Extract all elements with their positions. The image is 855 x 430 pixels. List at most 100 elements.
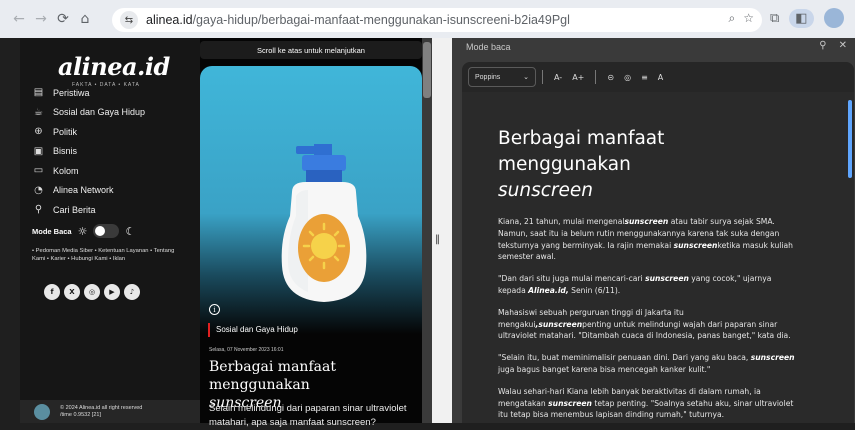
- color-theme-icon[interactable]: ◎: [624, 73, 631, 82]
- chevron-down-icon: ⌄: [523, 74, 529, 81]
- paragraph-text: "Dan dari situ juga mulai mencari-cari: [498, 274, 646, 284]
- reader-paragraph: Kiana, 21 tahun, mulai mengenalsunscreen…: [498, 216, 798, 263]
- reader-scrollbar-thumb[interactable]: [848, 100, 852, 178]
- article-lead: Selain melindungi dari paparan sinar ult…: [209, 403, 407, 428]
- coffee-icon: ☕: [34, 106, 43, 118]
- emphasis-text: sunscreen: [624, 217, 669, 226]
- globe-icon: ⊕: [34, 126, 43, 138]
- youtube-icon[interactable]: ▶: [104, 284, 120, 300]
- panel-splitter[interactable]: ‖: [432, 38, 452, 423]
- menu-item-peristiwa[interactable]: ▤ Peristiwa: [32, 83, 145, 103]
- side-panel-icon[interactable]: ◧: [789, 8, 814, 28]
- social-links: f X ◎ ▶ ♪: [44, 284, 140, 300]
- close-icon[interactable]: ✕: [839, 40, 847, 51]
- drag-handle-icon[interactable]: ‖: [435, 234, 440, 245]
- article-title-main: Berbagai manfaat menggunakan: [209, 359, 336, 393]
- font-size-decrease-button[interactable]: A-: [554, 73, 562, 82]
- alinea-badge-icon: [34, 403, 50, 420]
- menu-item-network[interactable]: ◔ Alinea Network: [32, 181, 145, 201]
- font-select[interactable]: Poppins ⌄: [468, 67, 536, 87]
- menu-item-bisnis[interactable]: ▣ Bisnis: [32, 142, 145, 162]
- info-icon[interactable]: i: [209, 304, 220, 315]
- menu-item-kolom[interactable]: ▭ Kolom: [32, 161, 145, 181]
- address-bar[interactable]: ⇆ alinea.id/gaya-hidup/berbagai-manfaat-…: [112, 8, 762, 32]
- menu-item-politik[interactable]: ⊕ Politik: [32, 122, 145, 142]
- bookmark-star-icon[interactable]: ☆: [743, 11, 754, 26]
- menu-item-label: Peristiwa: [53, 87, 90, 98]
- font-size-increase-button[interactable]: A+: [572, 73, 584, 82]
- menu-item-label: Bisnis: [53, 146, 78, 157]
- home-icon[interactable]: ⌂: [74, 8, 96, 30]
- menu-item-sosial[interactable]: ☕ Sosial dan Gaya Hidup: [32, 103, 145, 123]
- monitor-icon: ▭: [33, 165, 44, 177]
- reader-paragraph: "Selain itu, buat meminimalisir penuaan …: [498, 352, 798, 376]
- reading-mode-title: Mode baca: [466, 42, 511, 52]
- read-mode-row: Mode Baca ☼ ☾: [32, 224, 135, 238]
- moon-icon[interactable]: ☾: [125, 225, 135, 238]
- url-host: alinea.id: [146, 13, 193, 27]
- emphasis-text: sunscreen: [548, 398, 592, 408]
- search-icon: ⚲: [34, 204, 43, 216]
- article-category[interactable]: Sosial dan Gaya Hidup: [208, 323, 298, 337]
- paragraph-text: Kiana, 21 tahun, mulai mengenal: [498, 217, 625, 226]
- article-date: Selasa, 07 November 2023 16:01: [209, 347, 284, 353]
- footer-links[interactable]: • Pedoman Media Siber • Ketentuan Layana…: [32, 247, 182, 263]
- reader-title: Berbagai manfaat menggunakan sunscreen: [498, 126, 798, 204]
- menu-item-label: Alinea Network: [53, 185, 114, 196]
- reload-icon[interactable]: ⟳: [52, 8, 74, 30]
- emphasis-text: ,sunscreen: [535, 319, 583, 329]
- reader-title-em: sunscreen: [498, 180, 593, 201]
- tiktok-icon[interactable]: ♪: [124, 284, 140, 300]
- menu-item-label: Kolom: [53, 165, 79, 176]
- read-mode-toggle[interactable]: [93, 224, 120, 238]
- article-panel: Scroll ke atas untuk melanjutkan i Sosia…: [200, 38, 422, 428]
- scrollbar-thumb[interactable]: [423, 42, 431, 98]
- menu-item-label: Sosial dan Gaya Hidup: [53, 107, 146, 118]
- reader-article: Berbagai manfaat menggunakan sunscreen Ki…: [498, 126, 798, 421]
- news-icon: ▤: [33, 87, 44, 99]
- toolbar-divider: [595, 70, 597, 84]
- toolbar-divider: [542, 70, 543, 84]
- zoom-icon[interactable]: ⌕: [729, 11, 736, 26]
- copyright-text: © 2024 Alinea.id all right reserved: [60, 404, 143, 411]
- reader-paragraph: Walau sehari-hari Kiana lebih banyak ber…: [498, 386, 798, 421]
- menu-item-label: Cari Berita: [53, 204, 96, 215]
- reader-paragraphs: Kiana, 21 tahun, mulai mengenalsunscreen…: [498, 216, 798, 421]
- network-icon: ◔: [34, 184, 43, 196]
- briefcase-icon: ▣: [33, 145, 44, 157]
- reading-mode-content: Berbagai manfaat menggunakan sunscreen Ki…: [462, 92, 854, 423]
- emphasis-text: sunscreen: [750, 353, 795, 363]
- extensions-icon[interactable]: ⧉: [770, 11, 779, 26]
- site-info-icon[interactable]: ⇆: [120, 11, 138, 29]
- line-spacing-icon[interactable]: ≡: [641, 73, 648, 82]
- hero-image: [200, 66, 422, 334]
- emphasis-text: Alinea.id,: [528, 285, 569, 295]
- url-text[interactable]: alinea.id/gaya-hidup/berbagai-manfaat-me…: [146, 13, 686, 27]
- sun-icon[interactable]: ☼: [78, 225, 88, 238]
- reader-paragraph: Mahasiswi sebuah perguruan tinggi di Jak…: [498, 307, 798, 342]
- font-select-value: Poppins: [475, 73, 501, 81]
- site-menu: ▤ Peristiwa ☕ Sosial dan Gaya Hidup ⊕ Polit…: [32, 83, 145, 220]
- profile-avatar[interactable]: [823, 8, 844, 28]
- instagram-icon[interactable]: ◎: [84, 284, 100, 300]
- render-time-text: /time 0.9532 [21]: [60, 411, 101, 418]
- back-icon[interactable]: ←: [8, 8, 30, 30]
- emphasis-text: sunscreen: [645, 274, 689, 284]
- reading-mode-panel: Mode baca ⚲ ✕ Poppins ⌄ A- A+ ⊝ ◎ ≡ A Ber…: [452, 38, 855, 423]
- forward-icon[interactable]: →: [30, 8, 52, 30]
- emphasis-text: sunscreen: [673, 240, 718, 250]
- x-icon[interactable]: X: [64, 284, 80, 300]
- pin-icon[interactable]: ⚲: [819, 40, 826, 51]
- site-logo[interactable]: alinea.id: [58, 52, 170, 81]
- scroll-up-hint[interactable]: Scroll ke atas untuk melanjutkan: [200, 41, 422, 59]
- sunscreen-bottle-illustration: [281, 144, 367, 302]
- reader-paragraph: "Dan dari situ juga mulai mencari-cari s…: [498, 273, 798, 297]
- menu-item-cari[interactable]: ⚲ Cari Berita: [32, 200, 145, 220]
- copyright-bar: © 2024 Alinea.id all right reserved /tim…: [20, 400, 200, 423]
- url-path: /gaya-hidup/berbagai-manfaat-menggunakan…: [192, 13, 570, 27]
- letter-spacing-icon[interactable]: A: [658, 73, 663, 82]
- facebook-icon[interactable]: f: [44, 284, 60, 300]
- site-sidebar: alinea.id FAKTA • DATA • KATA ▤ Peristiwa…: [20, 38, 200, 423]
- page-scrollbar[interactable]: [422, 38, 432, 423]
- links-toggle-icon[interactable]: ⊝: [607, 73, 614, 82]
